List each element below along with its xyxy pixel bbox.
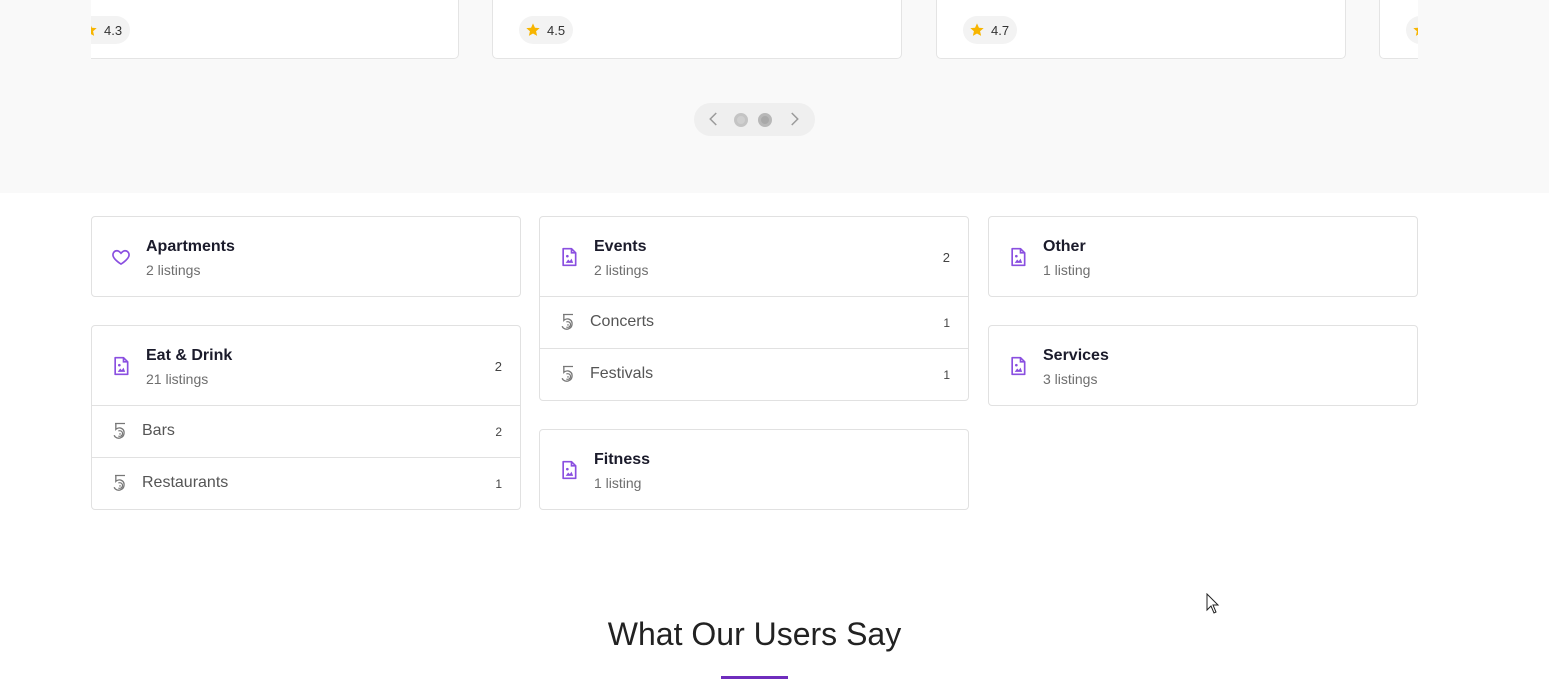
star-icon <box>1413 27 1418 36</box>
carousel-pager <box>694 103 815 136</box>
five-logo-icon <box>110 473 130 493</box>
category-link[interactable]: Eat & Drink 21 listings 2 <box>92 326 520 405</box>
listing-card[interactable]: 4.7 <box>936 0 1346 59</box>
category-card: Apartments 2 listings <box>91 216 521 297</box>
category-listing-count: 1 listing <box>1043 262 1091 278</box>
file-image-icon <box>111 356 131 376</box>
category-listing-count: 2 listings <box>594 262 649 278</box>
carousel-dot-2[interactable] <box>758 113 772 127</box>
category-link[interactable]: Services 3 listings <box>989 326 1417 405</box>
category-card: Services 3 listings <box>988 325 1418 406</box>
rating-badge: 4.5 <box>519 16 574 44</box>
subcategory-label: Festivals <box>590 365 654 382</box>
category-listing-count: 1 listing <box>594 475 642 491</box>
file-image-icon <box>559 247 579 267</box>
category-title: Eat & Drink <box>146 347 233 364</box>
star-icon <box>526 23 540 36</box>
mouse-cursor-icon <box>1206 593 1220 614</box>
rating-value: 4.5 <box>547 22 566 38</box>
category-card: Eat & Drink 21 listings 2 Bars 2 Restaur… <box>91 325 521 510</box>
category-listing-count: 3 listings <box>1043 371 1098 387</box>
category-title: Events <box>594 238 647 255</box>
category-count: 2 <box>942 250 950 265</box>
rating-value: 4.3 <box>104 22 123 38</box>
category-link[interactable]: Apartments 2 listings <box>92 217 520 296</box>
chevron-right-icon[interactable] <box>785 110 803 128</box>
category-column: Apartments 2 listings Eat & Drink 21 lis… <box>91 216 521 538</box>
category-link[interactable]: Events 2 listings 2 <box>540 217 968 296</box>
heart-icon <box>111 247 131 267</box>
rating-value: 4.7 <box>991 22 1010 38</box>
subcategory-count: 2 <box>495 425 502 439</box>
subcategory-label: Bars <box>142 422 175 439</box>
chevron-left-icon[interactable] <box>705 110 723 128</box>
listing-card[interactable]: 4.5 <box>492 0 902 59</box>
category-title: Other <box>1043 238 1086 255</box>
category-link[interactable]: Fitness 1 listing <box>540 430 968 509</box>
listing-carousel-track: 4.3 4.5 4.7 <box>91 0 1418 60</box>
category-listing-count: 2 listings <box>146 262 201 278</box>
file-image-icon <box>1008 247 1028 267</box>
subcategory-label: Concerts <box>590 313 655 330</box>
listing-card[interactable] <box>1379 0 1418 59</box>
rating-badge <box>1406 16 1418 44</box>
five-logo-icon <box>558 312 578 332</box>
file-image-icon <box>559 460 579 480</box>
category-card: Other 1 listing <box>988 216 1418 297</box>
category-card: Events 2 listings 2 Concerts 1 Festivals… <box>539 216 969 401</box>
five-logo-icon <box>558 364 578 384</box>
category-listing-count: 21 listings <box>146 371 209 387</box>
category-count: 2 <box>494 359 502 374</box>
file-image-icon <box>1008 356 1028 376</box>
featured-listings-band: 4.3 4.5 4.7 <box>0 0 1549 193</box>
rating-badge: 4.7 <box>963 16 1018 44</box>
category-column: Events 2 listings 2 Concerts 1 Festivals… <box>539 216 969 538</box>
listing-card[interactable]: 4.3 <box>91 0 459 59</box>
five-logo-icon <box>110 421 130 441</box>
subcategory-link[interactable]: Festivals 1 <box>540 348 968 400</box>
rating-badge: 4.3 <box>91 16 131 44</box>
subcategory-link[interactable]: Concerts 1 <box>540 296 968 348</box>
subcategory-count: 1 <box>943 368 950 382</box>
category-link[interactable]: Other 1 listing <box>989 217 1417 296</box>
star-icon <box>970 23 984 36</box>
category-title: Services <box>1043 347 1109 364</box>
category-title: Fitness <box>594 451 651 468</box>
subcategory-link[interactable]: Bars 2 <box>92 405 520 457</box>
subcategory-link[interactable]: Restaurants 1 <box>92 457 520 509</box>
star-icon <box>91 25 97 36</box>
title-underline <box>721 676 788 679</box>
testimonials-title: What Our Users Say <box>607 616 902 652</box>
category-column: Other 1 listing Services 3 listings <box>988 216 1418 434</box>
subcategory-label: Restaurants <box>142 474 229 491</box>
carousel-dot-1[interactable] <box>734 113 748 127</box>
category-title: Apartments <box>146 238 235 255</box>
category-card: Fitness 1 listing <box>539 429 969 510</box>
subcategory-count: 1 <box>943 316 950 330</box>
subcategory-count: 1 <box>495 477 502 491</box>
